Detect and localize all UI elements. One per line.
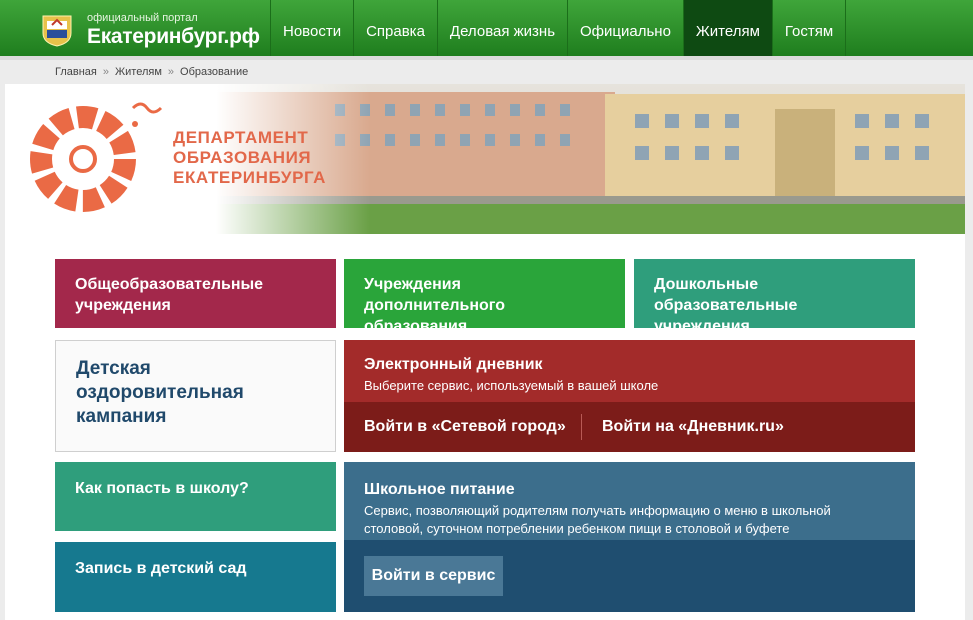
- tile-school-enrollment-label: Как попасть в школу?: [75, 480, 249, 497]
- diary-header: Электронный дневник Выберите сервис, исп…: [344, 340, 915, 402]
- diary-links: Войти в «Сетевой город» Войти на «Дневни…: [344, 402, 915, 452]
- breadcrumb-separator: »: [167, 66, 175, 78]
- breadcrumb: Главная » Жителям » Образование: [55, 66, 248, 78]
- breadcrumb-education: Образование: [180, 66, 249, 78]
- tile-kindergarten-registration[interactable]: Запись в детский сад: [55, 542, 336, 612]
- portal-title-link[interactable]: Екатеринбург.рф: [87, 25, 260, 49]
- department-name: ДЕПАРТАМЕНТ ОБРАЗОВАНИЯ ЕКАТЕРИНБУРГА: [173, 128, 326, 188]
- tile-children-camp[interactable]: Детская оздоровительная кампания: [55, 340, 336, 452]
- department-line-3: ЕКАТЕРИНБУРГА: [173, 168, 327, 187]
- main-content: ДЕПАРТАМЕНТ ОБРАЗОВАНИЯ ЕКАТЕРИНБУРГА Об…: [5, 84, 965, 620]
- login-dnevnik-ru-link[interactable]: Войти на «Дневник.ru»: [602, 418, 784, 436]
- nav-item-business[interactable]: Деловая жизнь: [436, 0, 567, 56]
- nav-item-news[interactable]: Новости: [270, 0, 353, 56]
- electronic-diary-panel: Электронный дневник Выберите сервис, исп…: [344, 340, 915, 452]
- main-nav: Новости Справка Деловая жизнь Официально…: [270, 0, 847, 56]
- nav-item-residents[interactable]: Жителям: [682, 0, 772, 56]
- breadcrumb-home[interactable]: Главная: [55, 66, 97, 78]
- school-meals-header: Школьное питание Сервис, позволяющий род…: [344, 462, 915, 540]
- school-meals-panel: Школьное питание Сервис, позволяющий род…: [344, 462, 915, 612]
- tile-preschool-label: Дошкольные образовательные учреждения: [654, 276, 798, 335]
- school-meals-desc-line-1: Сервис, позволяющий родителям получать и…: [364, 503, 831, 518]
- breadcrumb-residents[interactable]: Жителям: [115, 66, 162, 78]
- diary-link-divider: [581, 414, 582, 440]
- nav-item-help[interactable]: Справка: [353, 0, 437, 56]
- diary-subtitle: Выберите сервис, используемый в вашей шк…: [364, 378, 659, 393]
- login-setevoy-gorod-link[interactable]: Войти в «Сетевой город»: [364, 418, 566, 436]
- tile-school-enrollment[interactable]: Как попасть в школу?: [55, 462, 336, 531]
- header-divider: [0, 56, 973, 60]
- school-meals-title: Школьное питание: [364, 481, 515, 498]
- city-coat-of-arms-icon[interactable]: [40, 13, 74, 47]
- top-header-bar: официальный портал Екатеринбург.рф Новос…: [0, 0, 973, 58]
- tile-additional-education[interactable]: Учреждения дополнительного образования: [344, 259, 625, 335]
- nav-item-official[interactable]: Официально: [567, 0, 683, 56]
- tile-general-education[interactable]: Общеобразовательные учреждения: [55, 259, 336, 328]
- enter-service-button[interactable]: Войти в сервис: [364, 556, 503, 596]
- tile-general-education-label: Общеобразовательные учреждения: [75, 276, 264, 314]
- tile-kindergarten-registration-label: Запись в детский сад: [75, 560, 247, 577]
- breadcrumb-separator: »: [102, 66, 109, 78]
- diary-title: Электронный дневник: [364, 356, 543, 373]
- nav-item-guests[interactable]: Гостям: [771, 0, 847, 56]
- tile-preschool[interactable]: Дошкольные образовательные учреждения: [634, 259, 915, 335]
- department-line-1: ДЕПАРТАМЕНТ: [173, 128, 309, 147]
- tile-children-camp-label: Детская оздоровительная кампания: [76, 358, 244, 427]
- portal-subtitle: официальный портал: [87, 12, 198, 24]
- department-line-2: ОБРАЗОВАНИЯ: [173, 148, 312, 167]
- school-meals-actions: Войти в сервис: [344, 540, 915, 612]
- tile-additional-education-label: Учреждения дополнительного образования: [364, 276, 506, 335]
- school-meals-desc-line-2: столовой, суточном потреблении ребенком …: [364, 521, 790, 536]
- department-wreath-logo-icon[interactable]: [23, 94, 173, 224]
- department-banner: ДЕПАРТАМЕНТ ОБРАЗОВАНИЯ ЕКАТЕРИНБУРГА: [5, 84, 965, 234]
